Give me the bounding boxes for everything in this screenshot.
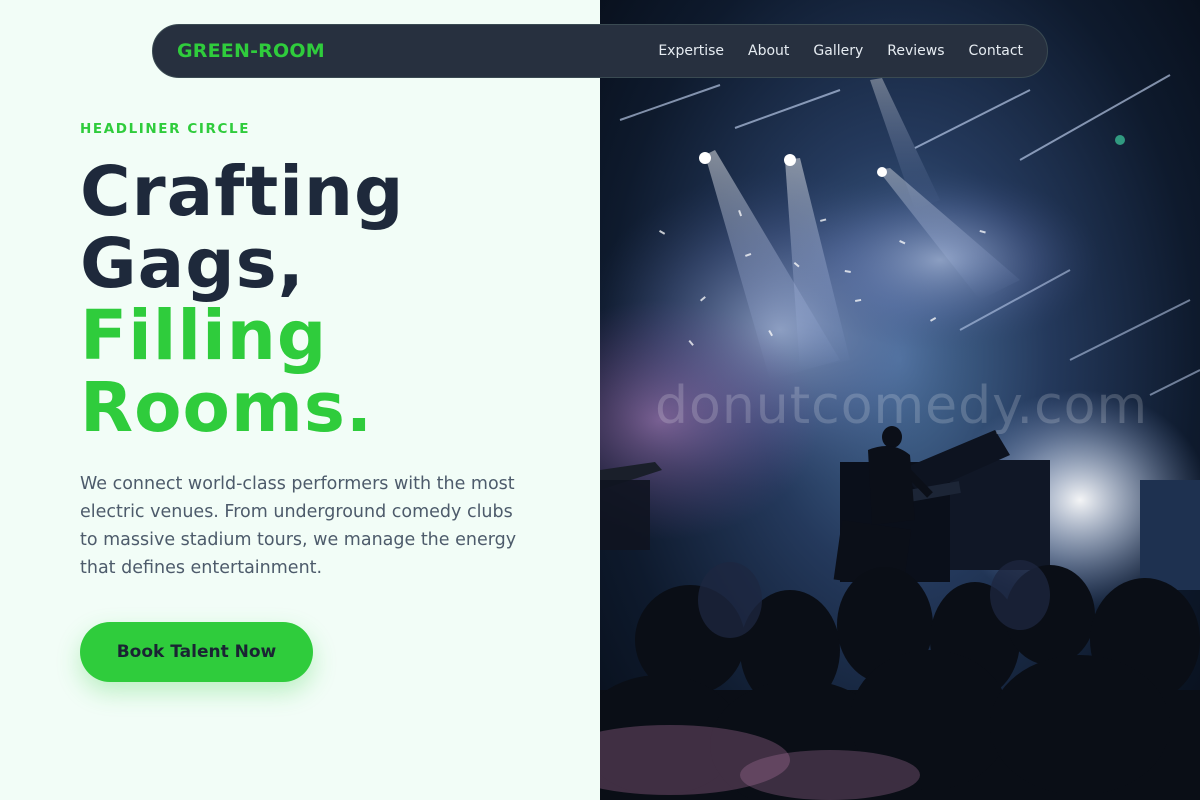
nav-link-reviews[interactable]: Reviews: [887, 43, 944, 59]
image-watermark: donutcomedy.com: [655, 376, 1149, 436]
nav-link-about[interactable]: About: [748, 43, 789, 59]
nav-link-expertise[interactable]: Expertise: [658, 43, 724, 59]
nav-link-contact[interactable]: Contact: [969, 43, 1023, 59]
top-navbar: GREEN-ROOM Expertise About Gallery Revie…: [152, 24, 1048, 78]
hero-description: We connect world-class performers with t…: [80, 474, 517, 578]
nav-links: Expertise About Gallery Reviews Contact: [658, 43, 1023, 59]
book-talent-button[interactable]: Book Talent Now: [80, 622, 313, 682]
brand-logo[interactable]: GREEN-ROOM: [177, 40, 325, 62]
headline-line-3: Filling: [80, 296, 328, 376]
headline-line-4: Rooms.: [80, 368, 374, 448]
hero-headline: Crafting Gags, Filling Rooms.: [80, 156, 580, 444]
nav-link-gallery[interactable]: Gallery: [813, 43, 863, 59]
headline-line-1: Crafting: [80, 152, 405, 232]
hero-eyebrow: HEADLINER CIRCLE: [80, 121, 251, 137]
headline-line-2: Gags,: [80, 224, 305, 304]
